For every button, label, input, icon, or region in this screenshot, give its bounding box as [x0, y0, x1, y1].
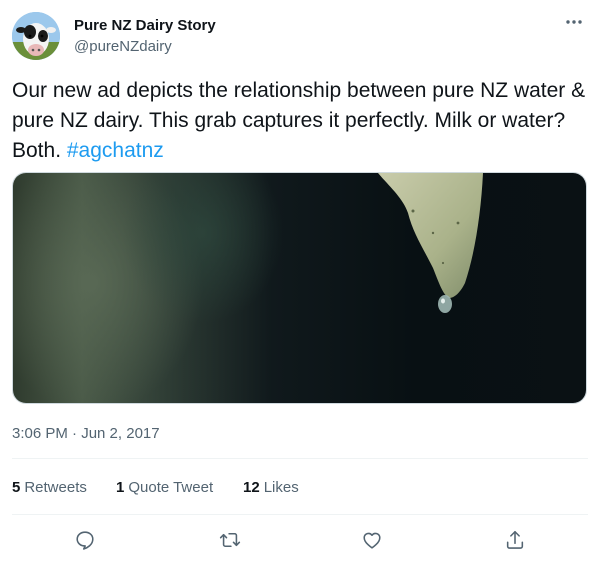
divider — [12, 514, 588, 515]
heart-icon — [363, 532, 381, 549]
author-names: Pure NZ Dairy Story @pureNZdairy — [74, 16, 216, 57]
quote-tweets-count: 1 — [116, 479, 125, 496]
tweet-media[interactable] — [12, 172, 587, 404]
hashtag-link[interactable]: #agchatnz — [67, 139, 164, 162]
share-button[interactable] — [497, 522, 533, 558]
display-name[interactable]: Pure NZ Dairy Story — [74, 16, 216, 36]
quote-tweets-label: Quote Tweet — [128, 479, 214, 496]
tweet-text: Our new ad depicts the relationship betw… — [12, 76, 588, 166]
avatar[interactable] — [12, 12, 60, 60]
tweet-actions — [12, 522, 588, 558]
divider — [12, 458, 588, 459]
reply-button[interactable] — [67, 522, 103, 558]
retweets-count: 5 — [12, 479, 21, 496]
quote-tweets-stat[interactable]: 1 Quote Tweet — [116, 478, 213, 498]
tweet-card: Pure NZ Dairy Story @pureNZdairy Our new… — [0, 0, 600, 576]
user-handle[interactable]: @pureNZdairy — [74, 37, 216, 57]
tweet-header: Pure NZ Dairy Story @pureNZdairy — [12, 12, 588, 62]
retweet-button[interactable] — [212, 522, 248, 558]
more-options-button[interactable] — [562, 12, 586, 32]
likes-stat[interactable]: 12 Likes — [243, 478, 299, 498]
tweet-timestamp[interactable]: 3:06 PM · Jun 2, 2017 — [12, 424, 160, 444]
reply-icon — [76, 531, 94, 550]
media-image — [13, 173, 586, 403]
ellipsis-icon — [566, 20, 582, 24]
likes-count: 12 — [243, 479, 260, 496]
retweets-stat[interactable]: 5 Retweets — [12, 478, 87, 498]
share-icon — [506, 530, 524, 549]
cow-avatar-icon — [12, 12, 60, 60]
like-button[interactable] — [354, 522, 390, 558]
likes-label: Likes — [263, 479, 299, 496]
retweets-label: Retweets — [24, 479, 87, 496]
retweet-icon — [219, 532, 241, 548]
